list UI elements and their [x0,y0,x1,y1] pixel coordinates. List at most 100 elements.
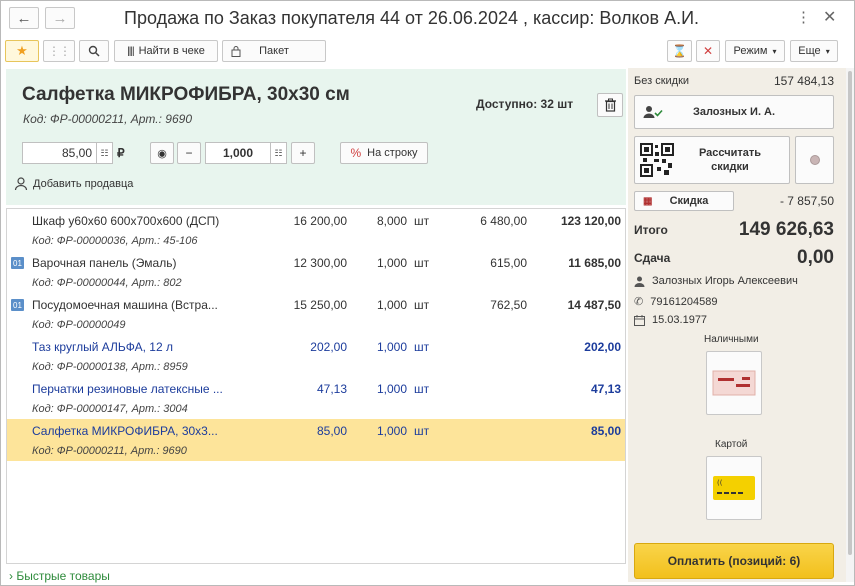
discount-button[interactable]: ▦ Скидка [634,191,734,211]
customer-phone: 79161204589 [650,295,718,308]
calculate-discounts-label: Рассчитать скидки [698,147,762,173]
product-name: Салфетка МИКРОФИБРА, 30х30 см [22,84,350,105]
birthdate-info: 15.03.1977 [634,314,707,326]
minus-icon: − [185,146,193,160]
qr-code-icon [640,143,674,177]
row-price: 85,00 [316,424,347,438]
row-quantity: 1,000 [376,340,407,354]
row-unit: шт [414,424,430,438]
person-icon [14,177,28,191]
find-in-receipt-label: Найти в чеке [138,45,205,57]
plus-icon: + [299,146,307,160]
change-label: Сдача [634,251,671,265]
title-bar: ← → Продажа по Заказ покупателя 44 от 26… [1,1,854,37]
row-sum: 11 685,00 [568,256,621,270]
package-button[interactable]: Пакет [222,40,326,62]
cross-icon: ✕ [702,44,714,58]
pay-cash-button[interactable] [706,351,762,415]
back-button[interactable]: ← [9,7,39,29]
favorite-button[interactable]: ★ [5,40,39,62]
chevron-right-icon: › [9,569,13,583]
customer-name: Залозных Игорь Алексеевич [652,275,798,287]
grid-icon: ⋮⋮ [48,44,71,58]
cash-label: Наличными [704,334,759,345]
discount-button-label: Скидка [669,195,709,207]
bag-icon [231,45,241,57]
price-calculator-button[interactable]: ☷ [96,142,113,164]
forward-button[interactable]: → [45,7,75,29]
pay-button[interactable]: Оплатить (позиций: 6) [634,543,834,579]
quantity-input[interactable]: 1,000 [205,142,271,164]
quantity-calculator-button[interactable]: ☷ [270,142,287,164]
row-name: Салфетка МИКРОФИБРА, 30х3... [32,424,218,438]
to-row-button[interactable]: % На строку [340,142,428,164]
status-indicator-button[interactable] [795,136,834,184]
hourglass-button[interactable]: ⌛ [667,40,692,62]
card-label: Картой [715,439,748,450]
more-dropdown[interactable]: Еще ▾ [790,40,838,62]
table-row[interactable]: Шкаф у60х60 600х700х600 (ДСП) Код: ФР-00… [7,209,625,251]
mode-dropdown[interactable]: Режим ▾ [725,40,785,62]
table-row[interactable]: 01 Посудомоечная машина (Встра... Код: Ф… [7,293,625,335]
chevron-down-icon: ▾ [825,46,830,56]
table-row[interactable]: Таз круглый АЛЬФА, 12 л Код: ФР-00000138… [7,335,625,377]
svg-text:((: (( [717,479,723,487]
total-value: 149 626,63 [738,219,834,240]
percent-icon: % [350,146,362,160]
change-value: 0,00 [797,247,834,268]
view-button[interactable]: ◉ [150,142,174,164]
row-name: Варочная панель (Эмаль) [32,256,177,270]
total-label: Итого [634,223,668,237]
row-code: Код: ФР-00000147, Арт.: 3004 [32,403,188,415]
marking-badge-icon: 01 [11,299,24,311]
row-unit: шт [414,382,430,396]
close-icon[interactable]: ✕ [823,7,836,27]
scrollbar-thumb[interactable] [848,71,852,555]
calculator-icon: ☷ [274,147,283,158]
card-icon: (( [713,476,755,500]
product-code: Код: ФР-00000211, Арт.: 9690 [23,112,192,126]
table-row[interactable]: 01 Варочная панель (Эмаль) Код: ФР-00000… [7,251,625,293]
delete-row-button[interactable] [597,93,623,117]
row-quantity: 1,000 [376,256,407,270]
discount-value: - 7 857,50 [779,194,834,208]
row-code: Код: ФР-00000211, Арт.: 9690 [32,445,187,457]
pay-card-button[interactable]: (( [706,456,762,520]
to-row-label: На строку [367,147,418,159]
cancel-button[interactable]: ✕ [696,40,720,62]
cash-icon [712,370,756,396]
customer-info: Залозных Игорь Алексеевич [634,275,798,287]
barcode-icon: |||| [127,45,134,57]
row-unit: шт [414,298,430,312]
row-code: Код: ФР-00000044, Арт.: 802 [32,277,182,289]
row-discount: 762,50 [490,298,527,312]
customer-button[interactable]: Залозных И. А. [634,95,834,129]
find-in-receipt-button[interactable]: |||| Найти в чеке [114,40,218,62]
row-code: Код: ФР-00000049 [32,319,126,331]
row-price: 12 300,00 [293,256,347,270]
row-unit: шт [414,256,430,270]
customer-button-label: Залозных И. А. [692,106,776,118]
search-button[interactable] [79,40,109,62]
decrease-quantity-button[interactable]: − [177,142,201,164]
price-input[interactable]: 85,00 [22,142,97,164]
sale-window: ← → Продажа по Заказ покупателя 44 от 26… [0,0,855,586]
more-menu-icon[interactable]: ⋮ [796,8,811,26]
table-row[interactable]: Перчатки резиновые латексные ... Код: ФР… [7,377,625,419]
increase-quantity-button[interactable]: + [291,142,315,164]
phone-icon: ✆ [634,296,644,308]
customer-birthdate: 15.03.1977 [652,314,708,326]
add-seller-link[interactable]: Добавить продавца [14,177,133,191]
quick-goods-link[interactable]: › Быстрые товары [9,569,110,583]
mode-label: Режим [733,45,768,57]
grid-view-button[interactable]: ⋮⋮ [43,40,75,62]
toolbar: ★ ⋮⋮ |||| Найти в чеке Пакет ⌛ ✕ Режим ▾… [1,38,854,64]
table-row-selected[interactable]: Салфетка МИКРОФИБРА, 30х3... Код: ФР-000… [7,419,625,461]
row-sum: 202,00 [584,340,621,354]
row-sum: 85,00 [590,424,621,438]
row-name: Шкаф у60х60 600х700х600 (ДСП) [32,214,220,228]
row-unit: шт [414,214,430,228]
row-quantity: 1,000 [376,382,407,396]
row-discount: 615,00 [490,256,527,270]
calculate-discounts-button[interactable]: Рассчитать скидки [634,136,790,184]
